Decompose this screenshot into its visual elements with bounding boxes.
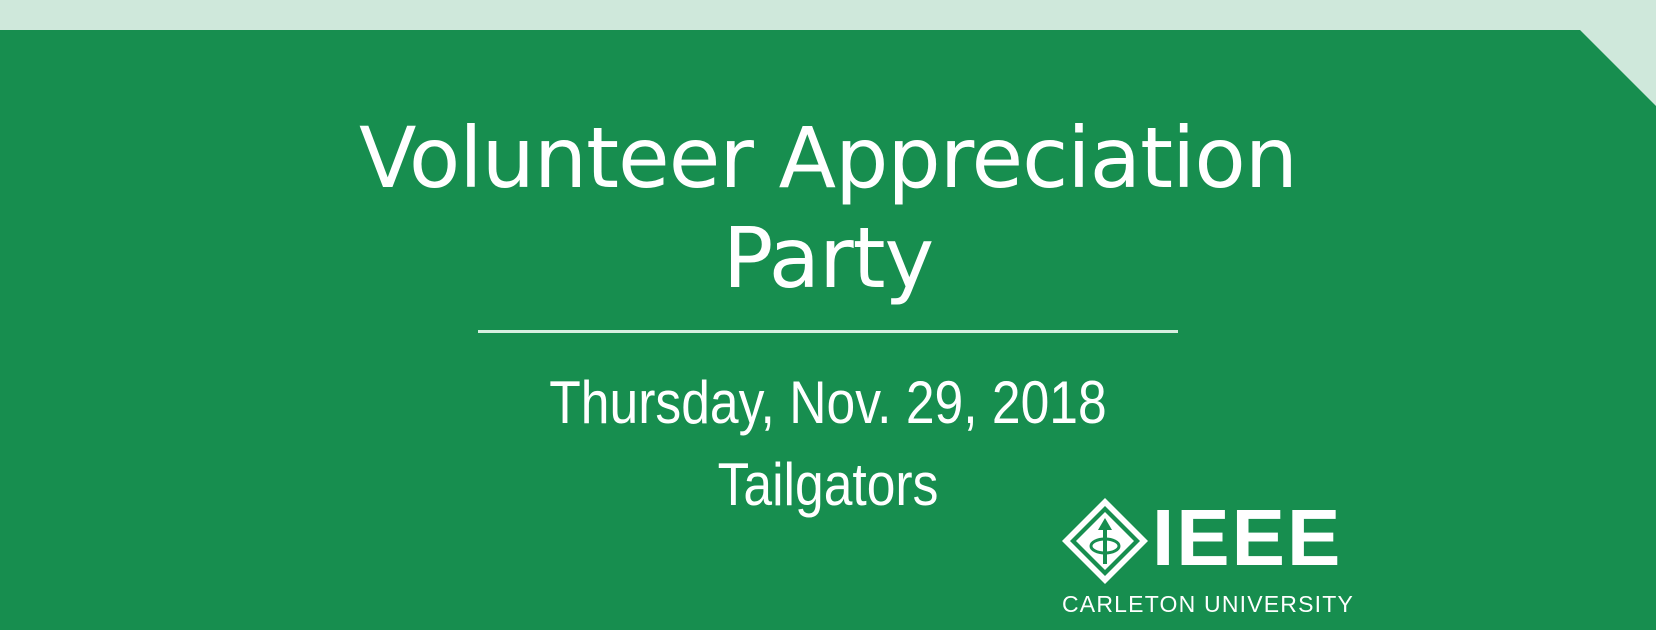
event-banner: Volunteer Appreciation Party Thursday, N… — [0, 30, 1656, 630]
ieee-diamond-icon — [1062, 498, 1148, 584]
ieee-carleton-logo: IEEE CARLETON UNIVERSITY — [1060, 493, 1353, 626]
event-title-line-2: Party — [722, 209, 935, 307]
title-divider — [478, 330, 1178, 333]
ieee-wordmark: IEEE — [1152, 493, 1343, 582]
event-title-line-1: Volunteer Appreciation — [358, 109, 1298, 207]
top-light-band — [0, 0, 1656, 30]
carleton-university-label: CARLETON UNIVERSITY — [1062, 591, 1355, 617]
event-title: Volunteer Appreciation Party — [0, 108, 1656, 308]
event-date: Thursday, Nov. 29, 2018 — [549, 369, 1107, 436]
